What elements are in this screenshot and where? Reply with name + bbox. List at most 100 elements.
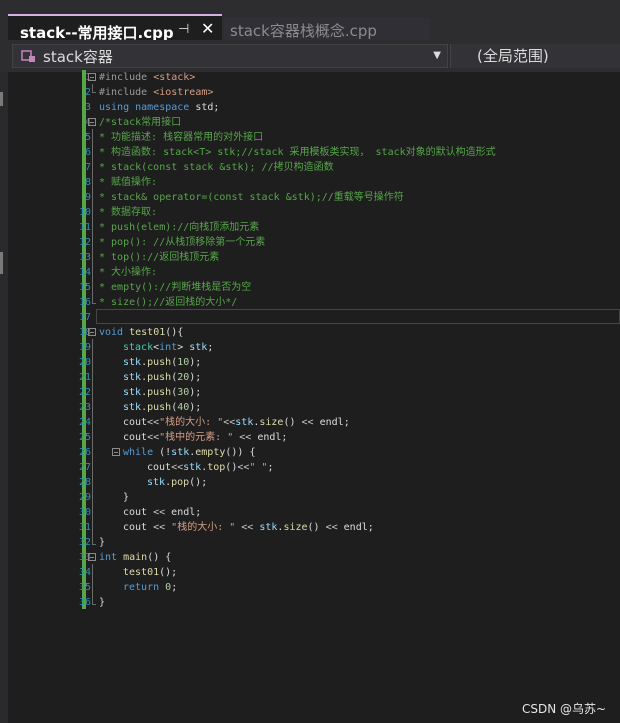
code-comment: /*stack常用接口	[99, 117, 182, 128]
line-number: 31	[78, 522, 91, 533]
code-line: 8 * 赋值操作:	[0, 175, 620, 190]
code-line: 34 test01();	[0, 565, 620, 580]
line-number: 2	[84, 87, 91, 98]
line-number: 36	[78, 597, 91, 608]
pin-icon[interactable]: ⊣	[178, 22, 189, 37]
code-line: 7 * stack(const stack &stk); //拷贝构造函数	[0, 160, 620, 175]
chevron-down-icon[interactable]: ▼	[433, 50, 441, 61]
global-scope-dropdown[interactable]: (全局范围)	[450, 44, 620, 68]
code-line: 11 * push(elem)://向栈顶添加元素	[0, 220, 620, 235]
code-comment: * 数据存取:	[99, 207, 158, 218]
line-number: 20	[78, 357, 91, 368]
code-line: 9 * stack& operator=(const stack &stk);/…	[0, 190, 620, 205]
line-number: 14	[78, 267, 91, 278]
class-icon	[21, 50, 35, 62]
code-text: stk.push(10);	[123, 357, 202, 368]
code-line: 14 * 大小操作:	[0, 265, 620, 280]
code-line: 26 while (!stk.empty()) {	[0, 445, 620, 460]
code-text: stk.push(30);	[123, 387, 202, 398]
line-number: 18	[78, 327, 91, 338]
code-comment: * 赋值操作:	[99, 177, 158, 188]
scope-value: stack容器	[43, 48, 113, 66]
code-text: cout<<"栈的大小: "<<stk.size() << endl;	[123, 417, 350, 428]
code-line: 16 * size();//返回栈的大小*/	[0, 295, 620, 310]
line-number: 29	[78, 492, 91, 503]
line-number: 28	[78, 477, 91, 488]
code-comment: * stack(const stack &stk); //拷贝构造函数	[99, 162, 334, 173]
code-text: using namespace std;	[99, 102, 220, 113]
code-comment: * 构造函数: stack<T> stk;//stack 采用模板类实现， st…	[99, 147, 496, 158]
code-comment: * push(elem)://向栈顶添加元素	[99, 222, 260, 233]
tab-inactive-title[interactable]: stack容器栈概念.cpp	[230, 20, 377, 41]
line-number: 7	[84, 162, 91, 173]
code-line: 20 stk.push(10);	[0, 355, 620, 370]
tab-bar: stack--常用接口.cpp ⊣ ✕ stack容器栈概念.cpp	[0, 0, 620, 42]
fold-toggle-icon[interactable]	[88, 73, 96, 81]
code-comment: * pop(): //从栈顶移除第一个元素	[99, 237, 266, 248]
code-text: stk.pop();	[147, 477, 208, 488]
code-line: 15 * empty()://判断堆栈是否为空	[0, 280, 620, 295]
code-line: 12 * pop(): //从栈顶移除第一个元素	[0, 235, 620, 250]
code-text: stk.push(40);	[123, 402, 202, 413]
line-number: 27	[78, 462, 91, 473]
tab-active-file[interactable]: stack--常用接口.cpp ⊣ ✕	[8, 14, 222, 42]
line-number: 35	[78, 582, 91, 593]
code-comment: * stack& operator=(const stack &stk);//重…	[99, 192, 404, 203]
code-line: 21 stk.push(20);	[0, 370, 620, 385]
code-text: cout<<stk.top()<<" ";	[147, 462, 274, 473]
line-number: 21	[78, 372, 91, 383]
scope-dropdown[interactable]: stack容器 ▼	[12, 44, 448, 68]
close-icon[interactable]: ✕	[201, 19, 214, 38]
code-line: 27 cout<<stk.top()<<" ";	[0, 460, 620, 475]
code-text: void test01(){	[99, 327, 184, 338]
line-number: 23	[78, 402, 91, 413]
code-line: 10 * 数据存取:	[0, 205, 620, 220]
code-line: 32 }	[0, 535, 620, 550]
code-line: 6 * 构造函数: stack<T> stk;//stack 采用模板类实现， …	[0, 145, 620, 160]
code-line: 25 cout<<"栈中的元素: " << endl;	[0, 430, 620, 445]
code-line: 28 stk.pop();	[0, 475, 620, 490]
line-number: 17	[78, 312, 91, 323]
line-number: 12	[78, 237, 91, 248]
code-line: 13 * top()://返回栈顶元素	[0, 250, 620, 265]
code-text: int main() {	[99, 552, 172, 563]
code-text: }	[99, 537, 106, 548]
code-comment: * top()://返回栈顶元素	[99, 252, 220, 263]
code-line: 5 * 功能描述: 栈容器常用的对外接口	[0, 130, 620, 145]
tab-inactive-file[interactable]: stack容器栈概念.cpp	[224, 17, 430, 41]
code-line: 35 return 0;	[0, 580, 620, 595]
line-number: 13	[78, 252, 91, 263]
code-comment: * empty()://判断堆栈是否为空	[99, 282, 252, 293]
line-number: 30	[78, 507, 91, 518]
code-text: cout<<"栈中的元素: " << endl;	[123, 432, 288, 443]
line-number: 5	[84, 132, 91, 143]
line-number: 11	[78, 222, 91, 233]
fold-toggle-icon[interactable]	[88, 553, 96, 561]
line-number: 32	[78, 537, 91, 548]
fold-toggle-icon[interactable]	[88, 118, 96, 126]
fold-toggle-icon[interactable]	[88, 328, 96, 336]
code-text: #include <stack>	[99, 72, 196, 83]
code-line: 36 }	[0, 595, 620, 610]
code-line: 31 cout << "栈的大小: " << stk.size() << end…	[0, 520, 620, 535]
code-text: }	[99, 597, 106, 608]
line-number: 22	[78, 387, 91, 398]
line-number: 10	[78, 207, 91, 218]
fold-toggle-icon[interactable]	[112, 448, 120, 456]
code-line: 1 #include <stack>	[0, 70, 620, 85]
line-number: 26	[78, 447, 91, 458]
watermark: CSDN @乌苏~	[522, 702, 607, 716]
code-line: 23 stk.push(40);	[0, 400, 620, 415]
code-text: return 0;	[123, 582, 178, 593]
code-line: 24 cout<<"栈的大小: "<<stk.size() << endl;	[0, 415, 620, 430]
code-comment: * 大小操作:	[99, 267, 158, 278]
code-text: cout << endl;	[123, 507, 202, 518]
line-number: 3	[84, 102, 91, 113]
code-line: 2 #include <iostream>	[0, 85, 620, 100]
line-number: 19	[78, 342, 91, 353]
code-line: 18 void test01(){	[0, 325, 620, 340]
line-number: 16	[78, 297, 91, 308]
line-number: 24	[78, 417, 91, 428]
code-text: cout << "栈的大小: " << stk.size() << endl;	[123, 522, 374, 533]
code-line: 33 int main() {	[0, 550, 620, 565]
